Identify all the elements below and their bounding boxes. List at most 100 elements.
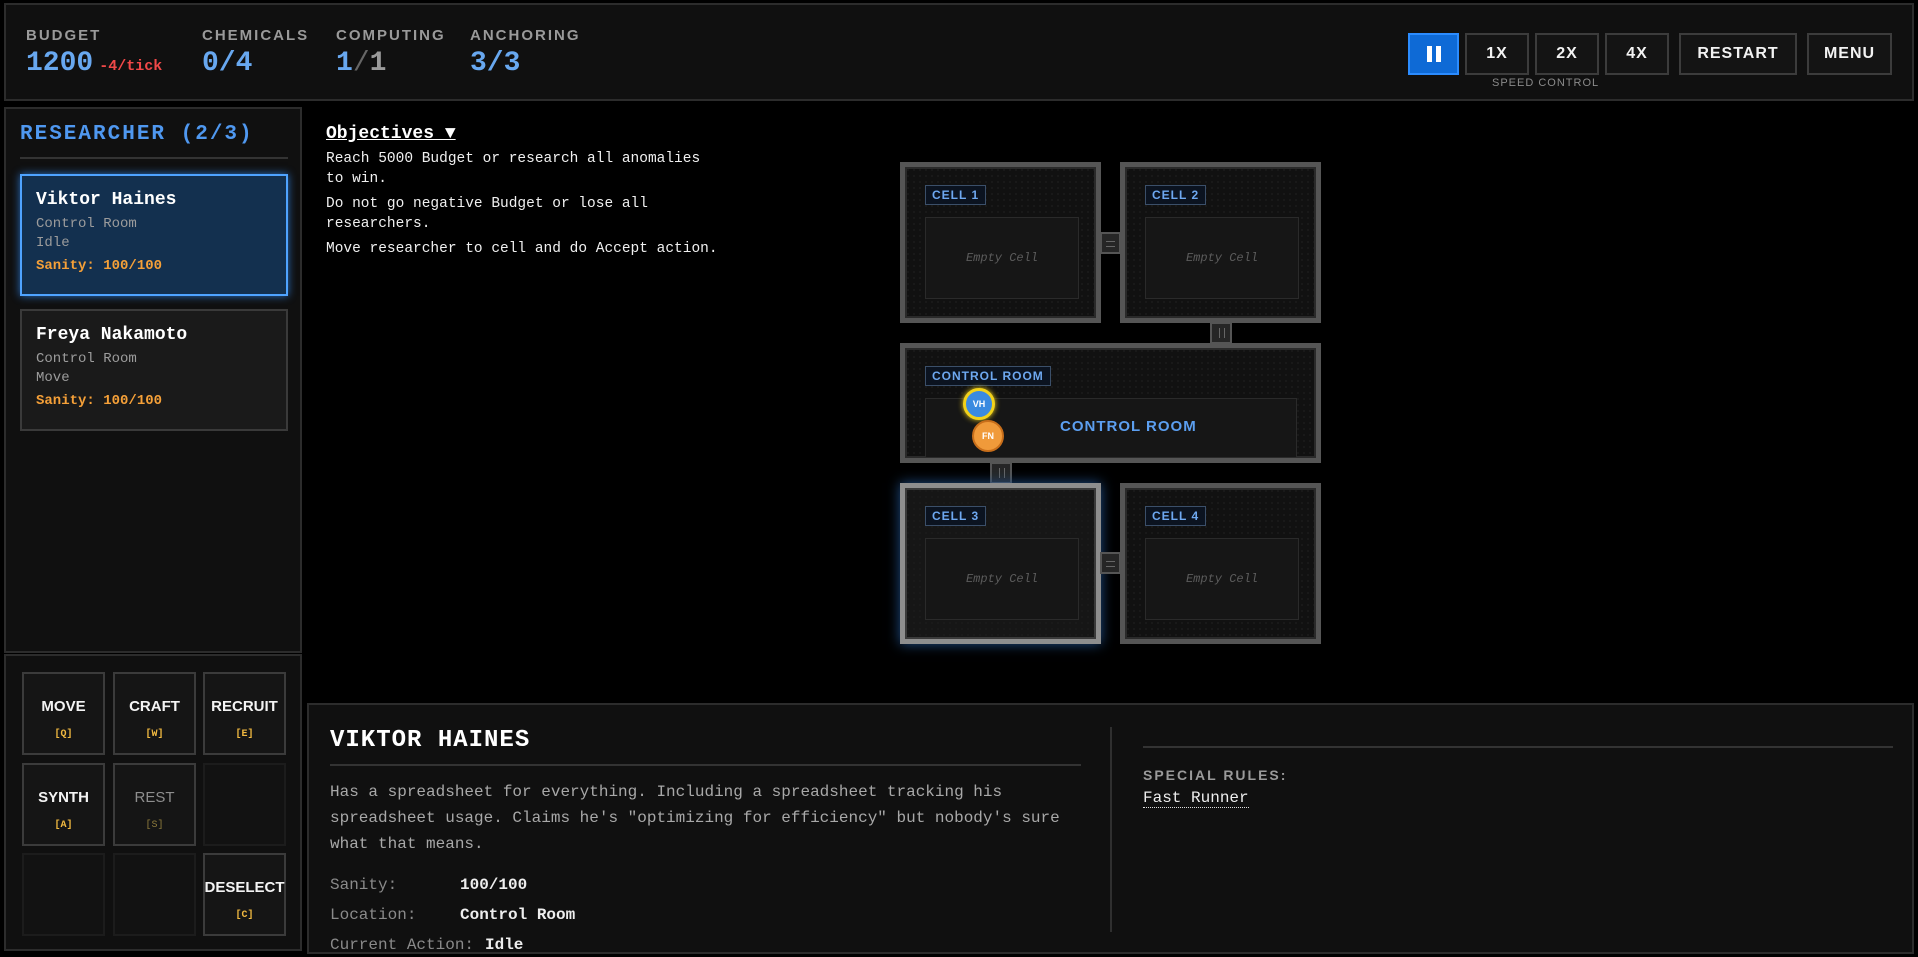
cell-3[interactable]: CELL 3 Empty Cell bbox=[900, 483, 1101, 644]
corridor-cell2-control bbox=[1210, 322, 1232, 344]
researcher-detail-panel: VIKTOR HAINES Has a spreadsheet for ever… bbox=[307, 703, 1914, 954]
action-hotkey: [Q] bbox=[54, 728, 73, 740]
cell-content-area: Empty Cell bbox=[1145, 538, 1299, 620]
researcher-action: Idle bbox=[36, 235, 70, 251]
action-hotkey: [E] bbox=[235, 728, 254, 740]
detail-name: VIKTOR HAINES bbox=[330, 727, 531, 754]
researcher-sanity: Sanity: 100/100 bbox=[36, 393, 163, 409]
empty-action-slot bbox=[203, 763, 286, 846]
computing-label: COMPUTING bbox=[336, 27, 446, 44]
researcher-name: Freya Nakamoto bbox=[36, 325, 188, 345]
detail-location-row: Location: Control Room bbox=[330, 906, 575, 924]
detail-divider bbox=[330, 764, 1081, 766]
action-hotkey: [S] bbox=[145, 819, 164, 831]
corridor-control-cell3 bbox=[990, 462, 1012, 484]
action-hotkey: [C] bbox=[235, 909, 254, 921]
anchoring-value: 3/3 bbox=[470, 48, 521, 79]
action-label: DESELECT bbox=[204, 878, 285, 896]
budget-stat: BUDGET 1200 -4/tick bbox=[26, 27, 162, 79]
action-hotkey: [A] bbox=[54, 819, 73, 831]
cell-4[interactable]: CELL 4 Empty Cell bbox=[1120, 483, 1321, 644]
objective-item: Move researcher to cell and do Accept ac… bbox=[326, 241, 718, 257]
action-label: RECRUIT bbox=[211, 697, 278, 715]
cell-content-area: Empty Cell bbox=[1145, 217, 1299, 299]
chemicals-label: CHEMICALS bbox=[202, 27, 310, 44]
menu-button[interactable]: MENU bbox=[1807, 33, 1892, 75]
detail-location-value: Control Room bbox=[460, 906, 576, 924]
detail-sanity-value: 100/100 bbox=[460, 876, 528, 894]
special-rules-label: SPECIAL RULES: bbox=[1143, 767, 1288, 783]
action-label: MOVE bbox=[41, 697, 86, 715]
detail-action-row: Current Action: Idle bbox=[330, 936, 523, 954]
computing-stat: COMPUTING 1/1 bbox=[336, 27, 446, 79]
chemicals-value: 0/4 bbox=[202, 48, 253, 79]
researcher-card-freya-nakamoto[interactable]: Freya Nakamoto Control Room Move Sanity:… bbox=[20, 309, 288, 431]
action-label: CRAFT bbox=[129, 697, 180, 715]
detail-sanity-row: Sanity: 100/100 bbox=[330, 876, 527, 894]
researcher-sanity: Sanity: 100/100 bbox=[36, 258, 163, 274]
objective-item: Reach 5000 Budget or research all anomal… bbox=[326, 151, 701, 187]
cell-content-area: Empty Cell bbox=[925, 538, 1079, 620]
empty-action-slot bbox=[22, 853, 105, 936]
craft-action-button[interactable]: CRAFT [W] bbox=[113, 672, 196, 755]
objectives-toggle[interactable]: Objectives ▼ bbox=[326, 124, 726, 144]
control-room[interactable]: CONTROL ROOM CONTROL ROOM VH FN bbox=[900, 343, 1321, 463]
recruit-action-button[interactable]: RECRUIT [E] bbox=[203, 672, 286, 755]
speed-2x-button[interactable]: 2X bbox=[1535, 33, 1599, 75]
anchoring-label: ANCHORING bbox=[470, 27, 581, 44]
budget-value-row: 1200 -4/tick bbox=[26, 48, 162, 79]
researcher-location: Control Room bbox=[36, 216, 137, 232]
cell-empty-text: Empty Cell bbox=[1185, 572, 1258, 586]
researcher-location: Control Room bbox=[36, 351, 137, 367]
researcher-divider bbox=[20, 157, 288, 159]
researcher-panel-title: RESEARCHER (2/3) bbox=[20, 123, 254, 146]
budget-label: BUDGET bbox=[26, 27, 102, 44]
cell-1[interactable]: CELL 1 Empty Cell bbox=[900, 162, 1101, 323]
cell-tag: CELL 1 bbox=[925, 185, 987, 205]
objective-item: Do not go negative Budget or lose all re… bbox=[326, 196, 648, 232]
action-label: REST bbox=[134, 788, 175, 806]
control-room-tag: CONTROL ROOM bbox=[925, 366, 1051, 386]
budget-value: 1200 bbox=[26, 48, 94, 79]
synth-action-button[interactable]: SYNTH [A] bbox=[22, 763, 105, 846]
researcher-name: Viktor Haines bbox=[36, 190, 177, 210]
researcher-token-viktor-haines[interactable]: VH bbox=[963, 388, 995, 420]
objectives-panel: Objectives ▼ Reach 5000 Budget or resear… bbox=[326, 124, 726, 259]
action-panel: MOVE [Q] CRAFT [W] RECRUIT [E] SYNTH [A]… bbox=[4, 654, 302, 951]
pause-icon bbox=[1426, 46, 1441, 62]
restart-button[interactable]: RESTART bbox=[1679, 33, 1797, 75]
control-room-label: CONTROL ROOM bbox=[1060, 418, 1197, 435]
detail-location-label: Location: bbox=[330, 906, 417, 924]
detail-vertical-separator bbox=[1110, 727, 1112, 932]
corridor-cell1-cell2 bbox=[1100, 232, 1121, 254]
computing-sep: / bbox=[352, 48, 370, 79]
speed-4x-button[interactable]: 4X bbox=[1605, 33, 1669, 75]
detail-bio: Has a spreadsheet for everything. Includ… bbox=[330, 783, 1060, 853]
cell-content-area: Empty Cell bbox=[925, 217, 1079, 299]
budget-delta: -4/tick bbox=[99, 58, 163, 75]
computing-max: 1 bbox=[369, 48, 387, 79]
speed-1x-button[interactable]: 1X bbox=[1465, 33, 1529, 75]
anchoring-stat: ANCHORING 3/3 bbox=[470, 27, 581, 79]
action-label: SYNTH bbox=[38, 788, 89, 806]
researcher-token-freya-nakamoto[interactable]: FN bbox=[972, 420, 1004, 452]
move-action-button[interactable]: MOVE [Q] bbox=[22, 672, 105, 755]
detail-action-value: Idle bbox=[485, 936, 524, 954]
top-bar: BUDGET 1200 -4/tick CHEMICALS 0/4 COMPUTI… bbox=[4, 3, 1914, 101]
rest-action-button[interactable]: REST [S] bbox=[113, 763, 196, 846]
detail-action-label: Current Action: bbox=[330, 936, 475, 954]
special-rule-fast-runner[interactable]: Fast Runner bbox=[1143, 789, 1249, 808]
cell-tag: CELL 4 bbox=[1145, 506, 1207, 526]
pause-button[interactable] bbox=[1408, 33, 1459, 75]
cell-empty-text: Empty Cell bbox=[965, 572, 1038, 586]
cell-2[interactable]: CELL 2 Empty Cell bbox=[1120, 162, 1321, 323]
deselect-action-button[interactable]: DESELECT [C] bbox=[203, 853, 286, 936]
researcher-panel: RESEARCHER (2/3) Viktor Haines Control R… bbox=[4, 107, 302, 653]
researcher-action: Move bbox=[36, 370, 70, 386]
cell-tag: CELL 3 bbox=[925, 506, 987, 526]
rules-divider bbox=[1143, 746, 1893, 748]
researcher-card-viktor-haines[interactable]: Viktor Haines Control Room Idle Sanity: … bbox=[20, 174, 288, 296]
speed-control-label: SPEED CONTROL bbox=[1492, 77, 1600, 89]
computing-value: 1/1 bbox=[336, 48, 446, 79]
computing-current: 1 bbox=[336, 48, 353, 79]
